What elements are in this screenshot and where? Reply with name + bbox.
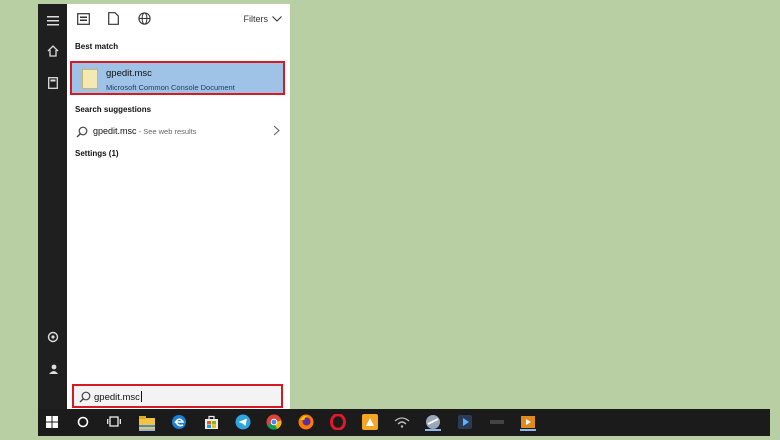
search-panel: Filters Best match gpedit.msc Microsoft …	[67, 4, 290, 409]
active-indicator	[520, 429, 536, 431]
chrome-icon[interactable]	[265, 413, 283, 431]
best-match-title: gpedit.msc	[106, 68, 152, 79]
filters-dropdown[interactable]: Filters	[244, 14, 283, 24]
web-suggestion-item[interactable]: gpedit.msc - See web results	[67, 121, 290, 141]
documents-filter-icon[interactable]	[108, 12, 122, 26]
suggestion-text-wrap: gpedit.msc - See web results	[93, 126, 197, 136]
hamburger-menu-icon[interactable]	[38, 10, 67, 32]
documents-icon[interactable]	[38, 72, 67, 94]
suggestion-text: gpedit.msc	[93, 126, 137, 136]
apps-filter-icon[interactable]	[77, 12, 91, 26]
movie-icon[interactable]	[519, 413, 537, 431]
cortana-icon[interactable]	[74, 413, 92, 431]
app-icon-2[interactable]	[424, 413, 442, 431]
edge-icon[interactable]	[170, 413, 188, 431]
active-indicator	[139, 429, 155, 431]
home-icon[interactable]	[38, 40, 67, 62]
search-input-text-wrap: gpedit.msc	[94, 391, 142, 403]
search-input-value: gpedit.msc	[94, 392, 140, 403]
search-input[interactable]: gpedit.msc	[72, 384, 283, 408]
start-left-rail	[38, 4, 67, 409]
telegram-icon[interactable]	[234, 413, 252, 431]
firefox-icon[interactable]	[297, 413, 315, 431]
search-suggestions-heading: Search suggestions	[75, 105, 152, 114]
text-caret	[140, 391, 142, 402]
store-icon[interactable]	[202, 413, 220, 431]
task-view-icon[interactable]	[105, 413, 123, 431]
best-match-subtitle: Microsoft Common Console Document	[106, 83, 235, 92]
best-match-heading: Best match	[75, 42, 119, 51]
file-explorer-icon[interactable]	[138, 413, 156, 431]
taskbar	[38, 409, 770, 436]
web-filter-icon[interactable]	[138, 12, 152, 26]
search-topbar: Filters	[67, 4, 290, 36]
settings-heading[interactable]: Settings (1)	[75, 149, 119, 158]
settings-gear-icon[interactable]	[38, 326, 67, 348]
active-indicator	[425, 429, 441, 431]
opera-icon[interactable]	[329, 413, 347, 431]
wifi-icon[interactable]	[393, 413, 411, 431]
chevron-right-icon[interactable]	[273, 125, 280, 136]
chevron-down-icon	[272, 16, 282, 22]
suggestion-hint: - See web results	[136, 127, 197, 136]
media-icon[interactable]	[456, 413, 474, 431]
app-icon-3[interactable]	[488, 413, 506, 431]
best-match-result[interactable]: gpedit.msc Microsoft Common Console Docu…	[70, 61, 285, 95]
console-document-icon	[82, 69, 98, 89]
start-icon[interactable]	[43, 413, 61, 431]
user-icon[interactable]	[38, 358, 67, 380]
search-icon	[76, 126, 88, 138]
search-icon	[79, 391, 91, 403]
filters-label: Filters	[243, 14, 269, 24]
app-icon[interactable]	[361, 413, 379, 431]
